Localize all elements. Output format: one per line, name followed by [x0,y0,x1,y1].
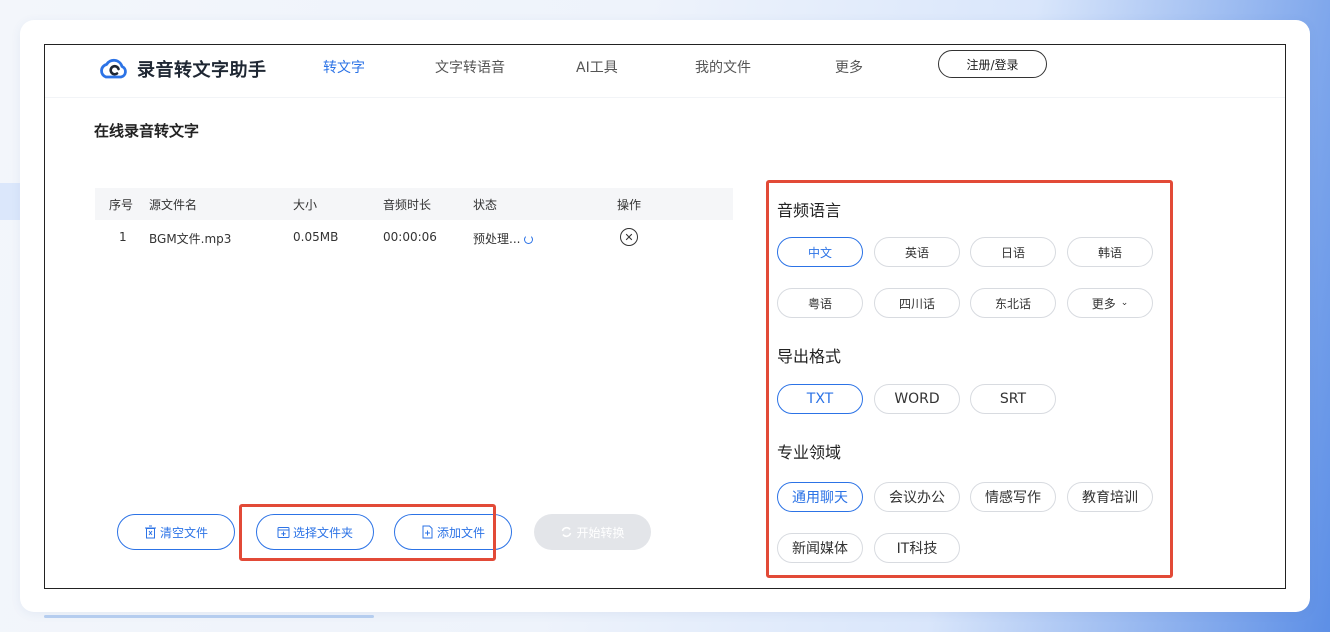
table-row: 1 BGM文件.mp3 0.05MB 00:00:06 预处理... ✕ [95,225,733,255]
highlight-box-file-buttons [239,504,496,561]
loading-spinner-icon [524,235,534,244]
nav-ai-tools[interactable]: AI工具 [576,57,618,77]
col-status: 状态 [473,198,498,212]
app-name: 录音转文字助手 [137,60,267,81]
scroll-indicator [44,615,374,618]
header-divider [45,97,1285,98]
login-button[interactable]: 注册/登录 [938,50,1047,78]
col-size: 大小 [293,198,318,212]
background-strip [0,183,22,220]
clear-files-label: 清空文件 [159,525,208,540]
col-index: 序号 [109,198,134,212]
nav-my-files[interactable]: 我的文件 [695,57,751,77]
page-title: 在线录音转文字 [94,122,200,140]
cloud-logo-icon [100,58,127,79]
trash-icon [144,525,156,539]
row-index: 1 [119,230,127,244]
file-table-header: 序号 源文件名 大小 音频时长 状态 操作 [95,188,733,220]
convert-icon [562,527,572,537]
row-duration: 00:00:06 [383,230,437,244]
highlight-box-options-panel [766,180,1173,578]
row-status: 预处理... [473,230,534,247]
col-action: 操作 [617,198,642,212]
row-filename: BGM文件.mp3 [149,232,232,246]
row-size: 0.05MB [293,230,339,244]
app-frame: 录音转文字助手 转文字 文字转语音 AI工具 我的文件 更多 注册/登录 在线录… [44,44,1286,589]
delete-circle-icon[interactable]: ✕ [620,228,638,246]
start-convert-label: 开始转换 [576,525,625,540]
row-status-text: 预处理... [473,232,521,246]
start-convert-button[interactable]: 开始转换 [534,514,651,550]
clear-files-button[interactable]: 清空文件 [117,514,235,550]
nav-more[interactable]: 更多 [835,57,863,77]
col-filename: 源文件名 [149,198,198,212]
nav-text-to-speech[interactable]: 文字转语音 [435,57,505,77]
nav-speech-to-text[interactable]: 转文字 [323,57,365,77]
col-duration: 音频时长 [383,198,432,212]
app-logo[interactable]: 录音转文字助手 [98,56,267,82]
